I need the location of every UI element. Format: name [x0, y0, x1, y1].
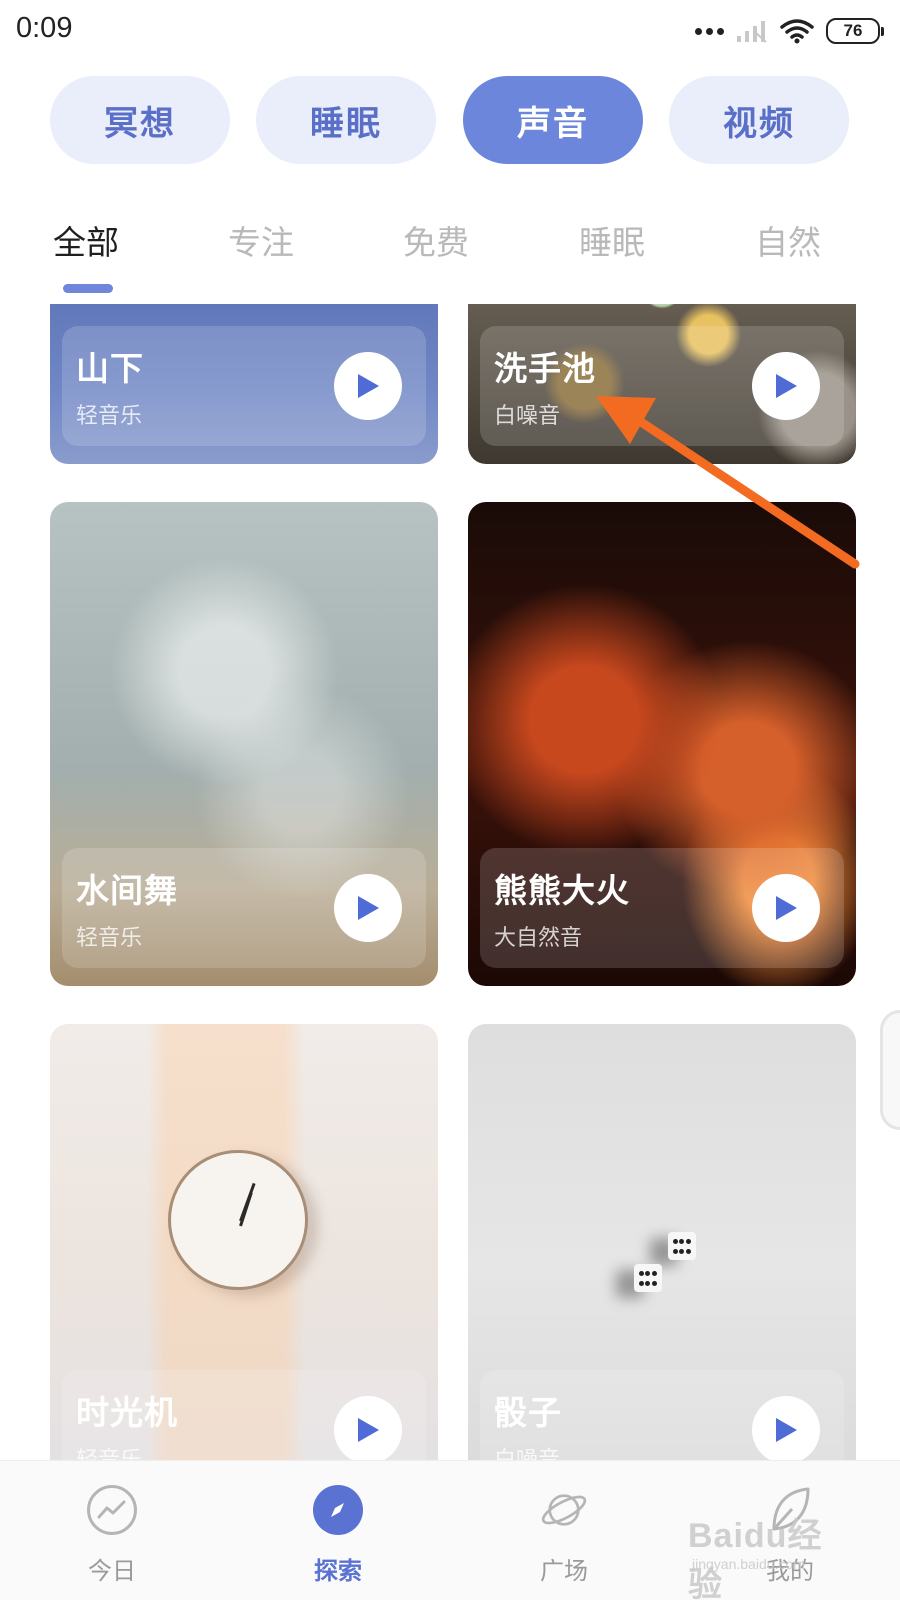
tab-indicator — [63, 284, 113, 293]
card-title: 时光机 — [76, 1393, 178, 1432]
card-subtitle: 轻音乐 — [76, 926, 143, 951]
tab-free[interactable]: 免费 — [403, 216, 469, 264]
play-icon — [776, 1418, 797, 1442]
pill-sound[interactable]: 声音 — [463, 76, 643, 164]
nav-today[interactable]: 今日 — [52, 1461, 172, 1600]
play-button[interactable] — [752, 874, 820, 942]
card-info: 山下 轻音乐 — [62, 326, 426, 446]
sound-card[interactable]: 熊熊大火 大自然音 — [468, 502, 856, 986]
card-subtitle: 轻音乐 — [76, 1442, 142, 1460]
card-title: 洗手池 — [494, 349, 596, 388]
sub-tabs: 全部 专注 免费 睡眠 自然 — [0, 210, 900, 300]
card-subtitle: 大自然音 — [494, 926, 583, 951]
die-illustration — [668, 1232, 696, 1260]
pill-meditation[interactable]: 冥想 — [50, 76, 230, 164]
clock-illustration — [168, 1150, 308, 1290]
status-bar: 0:09 76 — [0, 0, 900, 62]
play-button[interactable] — [334, 352, 402, 420]
pill-video[interactable]: 视频 — [669, 76, 849, 164]
play-icon — [358, 896, 379, 920]
card-title: 水间舞 — [76, 871, 178, 910]
nav-explore[interactable]: 探索 — [278, 1461, 398, 1600]
sound-card[interactable]: 骰子 白噪音 — [468, 1024, 856, 1460]
play-button[interactable] — [752, 1396, 820, 1460]
sound-card[interactable]: 山下 轻音乐 — [50, 304, 438, 464]
card-info: 骰子 白噪音 — [480, 1370, 844, 1460]
card-subtitle: 白噪音 — [494, 1442, 560, 1460]
nav-label: 广场 — [540, 1557, 588, 1585]
card-title: 熊熊大火 — [494, 871, 630, 910]
watermark-sub: jingyan.baidu.com — [692, 1556, 805, 1572]
play-icon — [776, 896, 797, 920]
cellular-signal-icon — [737, 21, 767, 43]
sound-card[interactable]: 水间舞 轻音乐 — [50, 502, 438, 986]
card-info: 水间舞 轻音乐 — [62, 848, 426, 968]
compass-icon — [313, 1485, 363, 1535]
chart-trend-icon — [87, 1485, 137, 1535]
category-pills: 冥想 睡眠 声音 视频 — [50, 76, 850, 164]
nav-square[interactable]: 广场 — [504, 1461, 624, 1600]
planet-icon — [539, 1485, 589, 1535]
play-icon — [358, 374, 379, 398]
nav-label: 探索 — [314, 1557, 362, 1585]
play-button[interactable] — [334, 874, 402, 942]
card-subtitle: 白噪音 — [494, 404, 561, 429]
play-button[interactable] — [334, 1396, 402, 1460]
play-button[interactable] — [752, 352, 820, 420]
card-info: 洗手池 白噪音 — [480, 326, 844, 446]
watermark-main: Baidu经验 — [688, 1517, 823, 1600]
play-icon — [358, 1418, 379, 1442]
status-icons: 76 — [695, 16, 884, 46]
play-icon — [776, 374, 797, 398]
pill-sleep[interactable]: 睡眠 — [256, 76, 436, 164]
sound-card[interactable]: 时光机 轻音乐 — [50, 1024, 438, 1460]
card-info: 时光机 轻音乐 — [62, 1370, 426, 1460]
card-title: 山下 — [76, 349, 144, 388]
battery-indicator: 76 — [826, 18, 884, 44]
tab-nature[interactable]: 自然 — [755, 216, 821, 264]
card-info: 熊熊大火 大自然音 — [480, 848, 844, 968]
tab-focus[interactable]: 专注 — [228, 216, 294, 264]
sound-card[interactable]: 洗手池 白噪音 — [468, 304, 856, 464]
card-subtitle: 轻音乐 — [76, 404, 143, 429]
sound-grid: 山下 轻音乐 洗手池 白噪音 水间舞 轻音乐 熊熊大火 大自然音 时光机 骰子 — [0, 304, 900, 1460]
status-time: 0:09 — [16, 12, 73, 44]
card-title: 骰子 — [494, 1393, 562, 1432]
die-illustration — [634, 1264, 662, 1292]
tab-sleep[interactable]: 睡眠 — [579, 216, 645, 264]
baidu-watermark: Baidu经验 jingyan.baidu.com — [688, 1508, 848, 1600]
side-drawer-handle[interactable] — [880, 1010, 900, 1130]
more-dots-icon — [695, 27, 724, 35]
tab-all[interactable]: 全部 — [53, 216, 119, 264]
nav-label: 今日 — [88, 1557, 136, 1585]
wifi-icon — [780, 19, 814, 44]
